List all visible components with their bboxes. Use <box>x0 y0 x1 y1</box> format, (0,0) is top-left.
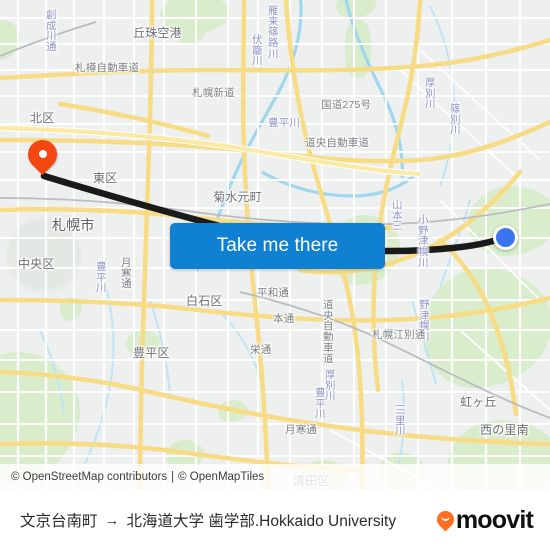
arrow-right-icon: → <box>104 511 120 529</box>
route-title: 文京台南町 → 北海道大学 歯学部.Hokkaido University <box>20 509 437 531</box>
route-destination-label[interactable]: 北海道大学 歯学部.Hokkaido University <box>127 509 397 531</box>
origin-pin[interactable] <box>21 133 64 178</box>
destination-dot[interactable] <box>493 225 518 250</box>
moovit-wordmark: moovit <box>455 505 534 534</box>
attribution-openmaptiles[interactable]: © OpenMapTiles <box>178 471 264 483</box>
route-map[interactable]: 創成川通 丘珠空港 札樽自動車道 札幌新道 雁来篠路川 伏籠川 国道275号 豊平川 道央自動車… <box>0 0 550 490</box>
attribution-separator: | <box>171 471 175 483</box>
moovit-route-screen: 創成川通 丘珠空港 札樽自動車道 札幌新道 雁来篠路川 伏籠川 国道275号 豊平川 道央自動車… <box>0 0 550 550</box>
attribution-osm[interactable]: © OpenStreetMap contributors <box>11 471 167 483</box>
origin-pin-hole <box>38 150 47 158</box>
moovit-logo[interactable]: moovit <box>433 505 534 535</box>
footer-bar: 文京台南町 → 北海道大学 歯学部.Hokkaido University mo… <box>0 490 550 550</box>
take-me-there-label: Take me there <box>216 235 339 256</box>
take-me-there-button[interactable]: Take me there <box>170 223 385 269</box>
map-attribution: © OpenStreetMap contributors | © OpenMap… <box>0 464 550 490</box>
moovit-pin-icon <box>433 506 458 532</box>
route-origin-label[interactable]: 文京台南町 <box>20 509 98 531</box>
